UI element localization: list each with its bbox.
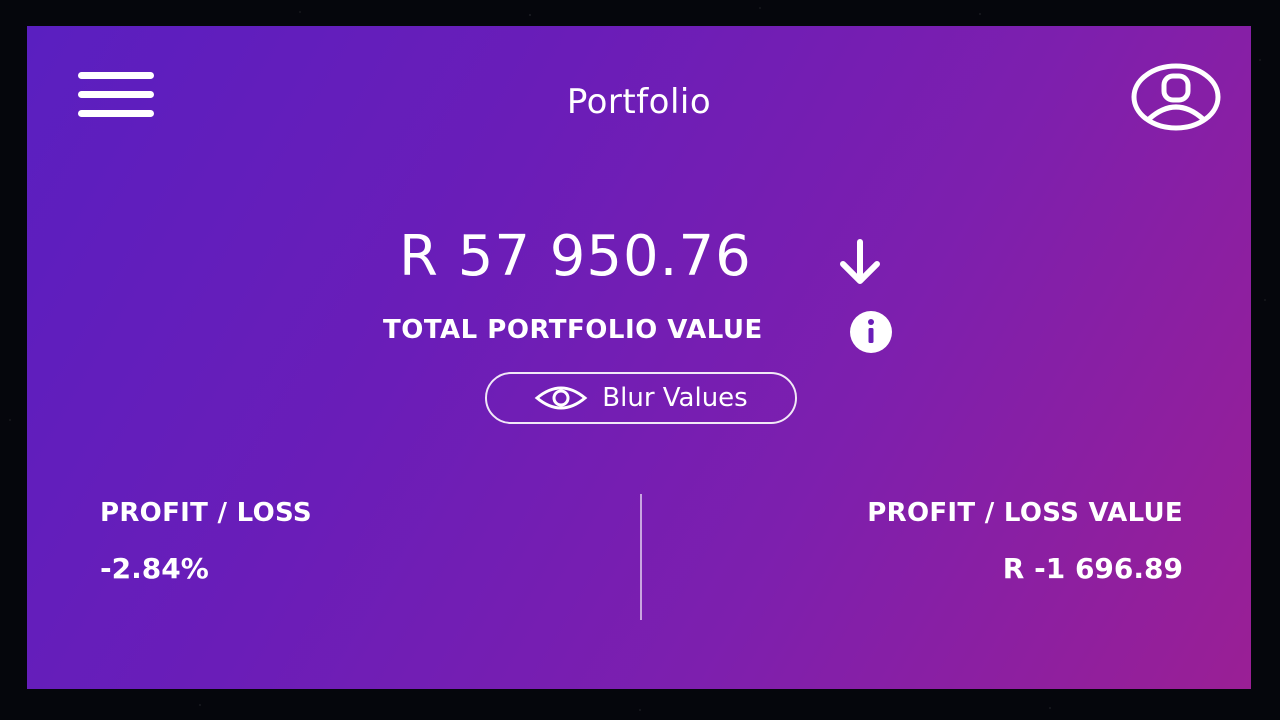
eye-icon [534,386,588,410]
blur-values-label: Blur Values [602,383,748,413]
page-title: Portfolio [566,82,712,122]
stats-divider [640,494,642,620]
user-profile-icon[interactable] [1131,63,1221,131]
profit-loss-label: PROFIT / LOSS [100,498,312,528]
total-portfolio-value: R 57 950.76 [399,224,752,289]
screen-background: Portfolio R 57 950.76 TOTAL PORTFOLIO VA… [0,0,1280,720]
profit-loss-value-label: PROFIT / LOSS VALUE [867,498,1183,528]
info-icon[interactable] [849,310,893,354]
arrow-down-icon [835,236,885,288]
portfolio-panel: Portfolio R 57 950.76 TOTAL PORTFOLIO VA… [27,26,1251,689]
menu-bar [78,72,154,79]
profit-loss-percent: -2.84% [100,552,209,585]
profit-loss-value: R -1 696.89 [1002,552,1183,585]
blur-values-button[interactable]: Blur Values [485,372,797,424]
total-portfolio-label: TOTAL PORTFOLIO VALUE [383,315,763,345]
